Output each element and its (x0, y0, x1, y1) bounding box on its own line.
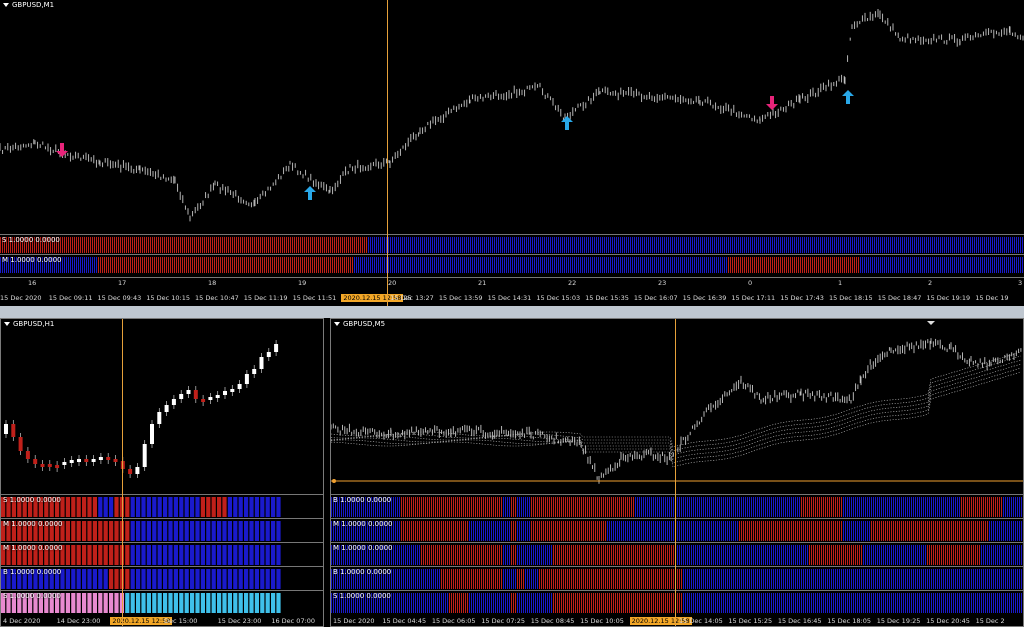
time-tick-label: 15 Dec 23:00 (217, 617, 262, 625)
time-tick-label: 15 Dec 07:25 (481, 617, 525, 625)
m5-signal-band-2: M 1.0000 0.0000 (331, 518, 1023, 542)
hour-tick-label: 20 (388, 279, 397, 287)
time-tick-label: 15 Dec 14:05 (679, 617, 723, 625)
hour-tick-label: 0 (748, 279, 753, 287)
hour-tick-label: 22 (568, 279, 577, 287)
time-tick-label: Dec 15:00 (164, 617, 198, 625)
hour-tick-label: 18 (208, 279, 217, 287)
m1-cursor-line (387, 0, 388, 306)
time-tick-label: 4 Dec 2020 (3, 617, 41, 625)
time-tick-label: 15 Dec 13:27 (390, 294, 434, 302)
time-tick-label: 15 Dec 17:11 (731, 294, 776, 302)
h1-time-axis: 4 Dec 2020 14 Dec 23:00 2020.12.15 12:58 De… (1, 617, 323, 626)
hour-tick-label: 3 (1018, 279, 1023, 287)
m5-chart-window[interactable]: GBPUSD,M5 B 1.0000 0.0000 M 1.0000 0.000… (330, 318, 1024, 627)
h1-signal-band-3: M 1.0000 0.0000 (1, 542, 323, 566)
time-tick-label: 15 Dec 19:25 (876, 617, 921, 625)
buy-arrow-icon (561, 116, 573, 130)
hour-tick-label: 1 (838, 279, 843, 287)
m1-chart-window[interactable]: GBPUSD,M1 S 1.0000 0.0000 M 1.0000 0.000… (0, 0, 1024, 306)
time-tick-label: 15 Dec 11:19 (243, 294, 288, 302)
sell-arrow-icon (56, 143, 68, 157)
h1-signal-band-5: S 1.0000 0.0000 (1, 590, 323, 614)
time-tick-label: 15 Dec 16:39 (682, 294, 727, 302)
time-tick-label: 15 Dec 09:43 (97, 294, 142, 302)
h1-signal-band-1: S 1.0000 0.0000 (1, 494, 323, 518)
time-tick-label: 15 Dec 10:47 (195, 294, 239, 302)
hour-tick-label: 17 (118, 279, 127, 287)
time-tick-label: 15 Dec 18:15 (828, 294, 873, 302)
m1-signal-band-m: M 1.0000 0.0000 (0, 254, 1024, 274)
time-tick-label: 15 Dec 11:51 (292, 294, 337, 302)
time-tick-label: 14 Dec 23:00 (56, 617, 101, 625)
time-tick-label: 15 Dec 04:45 (382, 617, 427, 625)
time-tick-label: 15 Dec 06:05 (431, 617, 476, 625)
buy-arrow-icon (842, 90, 854, 104)
m1-signal-band-s: S 1.0000 0.0000 (0, 234, 1024, 254)
time-tick-label: 15 Dec 15:35 (585, 294, 629, 302)
buy-arrow-icon (304, 186, 316, 200)
h1-signal-band-2: M 1.0000 0.0000 (1, 518, 323, 542)
pane-divider[interactable] (0, 306, 1024, 318)
sell-arrow-icon (766, 96, 778, 110)
m5-time-axis: 15 Dec 2020 15 Dec 04:45 15 Dec 06:05 15 De… (331, 617, 1023, 626)
h1-cursor-line (122, 319, 123, 626)
hour-tick-label: 2 (928, 279, 933, 287)
hour-tick-label: 16 (28, 279, 37, 287)
time-tick-label: 15 Dec 2020 (0, 294, 42, 302)
time-tick-label: 15 Dec 09:11 (48, 294, 93, 302)
time-tick-label: 15 Dec 14:31 (487, 294, 532, 302)
m5-signal-band-5: S 1.0000 0.0000 (331, 590, 1023, 614)
time-tick-label: 15 Dec 19 (975, 294, 1009, 302)
m5-signal-band-3: M 1.0000 0.0000 (331, 542, 1023, 566)
time-tick-label: 15 Dec 18:47 (877, 294, 922, 302)
hour-tick-label: 23 (658, 279, 667, 287)
time-tick-label: 16 Dec 07:00 (271, 617, 316, 625)
m5-cursor-line (675, 319, 676, 626)
hour-tick-label: 21 (478, 279, 487, 287)
time-tick-label: 15 Dec 10:15 (146, 294, 190, 302)
time-tick-label: 15 Dec 19:19 (926, 294, 971, 302)
time-tick-label: 15 Dec 13:59 (438, 294, 483, 302)
m5-price-plot (331, 321, 1023, 484)
m5-signal-band-1: B 1.0000 0.0000 (331, 494, 1023, 518)
time-tick-label: 15 Dec 20:45 (926, 617, 970, 625)
time-tick-label: 15 Dec 2 (975, 617, 1005, 625)
m1-hour-axis: 16 17 18 19 20 21 22 23 0 1 2 3 (0, 277, 1024, 288)
m1-time-axis: 15 Dec 2020 15 Dec 09:11 15 Dec 09:43 15 De… (0, 294, 1024, 304)
time-tick-label: 15 Dec 2020 (333, 617, 375, 625)
shift-marker-icon[interactable] (927, 321, 935, 325)
time-tick-label: 15 Dec 15:03 (536, 294, 581, 302)
time-tick-label: 15 Dec 10:05 (580, 617, 624, 625)
h1-chart-window[interactable]: GBPUSD,H1 S 1.0000 0.0000 M 1.0000 0.000… (0, 318, 324, 627)
h1-signal-band-4: B 1.0000 0.0000 (1, 566, 323, 590)
time-tick-label: 15 Dec 17:43 (780, 294, 824, 302)
time-tick-label: 15 Dec 16:07 (633, 294, 678, 302)
m5-signal-band-4: B 1.0000 0.0000 (331, 566, 1023, 590)
h1-candlestick-plot (4, 340, 279, 478)
time-tick-label: 15 Dec 15:25 (728, 617, 773, 625)
time-tick-label: 15 Dec 18:05 (827, 617, 871, 625)
time-tick-label: 15 Dec 08:45 (530, 617, 575, 625)
time-tick-label: 15 Dec 16:45 (777, 617, 822, 625)
m1-price-plot (0, 9, 1024, 222)
hour-tick-label: 19 (298, 279, 307, 287)
